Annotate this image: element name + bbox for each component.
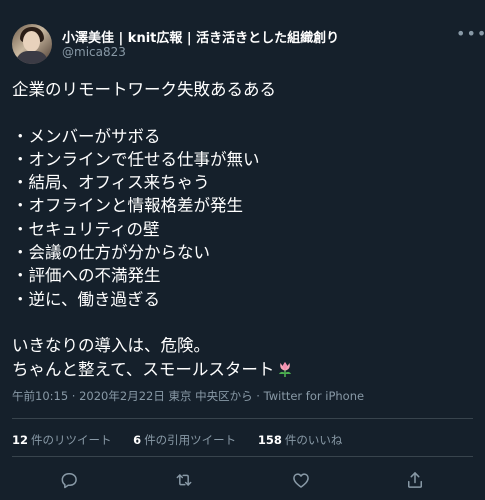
stat-label: 件の引用ツイート bbox=[144, 433, 237, 447]
reply-icon[interactable] bbox=[59, 470, 79, 490]
retweet-count[interactable]: 12 件のリツイート bbox=[12, 432, 112, 448]
tweet-line: ・会議の仕方が分からない bbox=[12, 243, 210, 263]
tweet-line: ・オフラインと情報格差が発生 bbox=[12, 196, 243, 216]
more-horizontal-icon[interactable]: ••• bbox=[456, 24, 485, 43]
like-count[interactable]: 158 件のいいね bbox=[258, 432, 343, 448]
tweet-meta[interactable]: 午前10:15 · 2020年2月22日 東京 中央区から · Twitter … bbox=[12, 388, 364, 404]
tweet-line-text: ちゃんと整えて、スモールスタート bbox=[12, 359, 275, 379]
author-handle[interactable]: @mica823 bbox=[62, 45, 126, 59]
tweet-line-last: ちゃんと整えて、スモールスタート bbox=[12, 358, 472, 381]
tweet-line: ・逆に、働き過ぎる bbox=[12, 289, 161, 309]
avatar-body bbox=[16, 51, 48, 64]
divider bbox=[12, 456, 473, 457]
tweet-line: 企業のリモートワーク失敗あるある bbox=[12, 80, 276, 99]
stat-count: 12 bbox=[12, 433, 29, 447]
avatar-face bbox=[23, 31, 40, 52]
tweet-line: ・メンバーがサボる bbox=[12, 126, 161, 146]
stat-count: 158 bbox=[257, 433, 282, 447]
author-display-name[interactable]: 小澤美佳 | knit広報 | 活き活きとした組織創り bbox=[62, 27, 339, 46]
avatar[interactable] bbox=[12, 24, 52, 64]
tweet-line: ・結局、オフィス来ちゃう bbox=[12, 173, 210, 193]
tweet-line: ・セキュリティの壁 bbox=[12, 219, 160, 239]
like-icon[interactable] bbox=[291, 470, 311, 490]
retweet-icon[interactable] bbox=[174, 470, 194, 490]
tweet-line: いきなりの導入は、危険。 bbox=[12, 336, 210, 356]
tweet-text: 企業のリモートワーク失敗あるある ・メンバーがサボる ・オンラインで任せる仕事が… bbox=[12, 78, 472, 381]
stat-count: 6 bbox=[133, 433, 142, 447]
tulip-icon bbox=[276, 360, 294, 384]
stat-label: 件のリツイート bbox=[31, 433, 112, 447]
tweet-line: ・オンラインで任せる仕事が無い bbox=[12, 149, 260, 169]
stat-label: 件のいいね bbox=[284, 433, 343, 447]
quote-tweet-count[interactable]: 6 件の引用ツイート bbox=[133, 432, 236, 448]
divider bbox=[12, 418, 473, 419]
share-icon[interactable] bbox=[405, 470, 425, 490]
tweet-line: ・評価への不満発生 bbox=[12, 266, 161, 286]
tweet-stats: 12 件のリツイート 6 件の引用ツイート 158 件のいいね bbox=[12, 432, 360, 448]
